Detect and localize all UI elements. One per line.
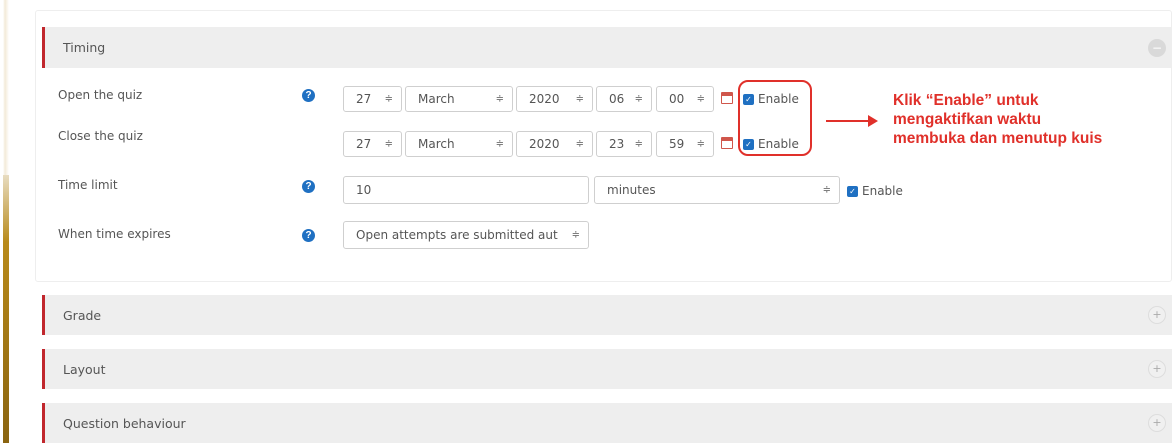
close-day-value: 27 [356,137,372,151]
select-arrow-icon: ≑ [696,138,705,150]
close-month-select[interactable]: March ≑ [405,131,513,157]
time-limit-value: 10 [356,183,372,197]
open-hour-select[interactable]: 06 ≑ [596,86,652,112]
close-minute-value: 59 [669,137,685,151]
select-arrow-icon: ≑ [571,229,580,241]
close-year-value: 2020 [529,137,560,151]
open-minute-value: 00 [669,92,685,106]
time-limit-enable-label: Enable [862,184,903,198]
annotation-arrow-head [868,115,878,127]
time-limit-unit-value: minutes [607,183,656,197]
left-edge-decoration [0,0,20,443]
select-arrow-icon: ≑ [575,138,584,150]
open-day-select[interactable]: 27 ≑ [343,86,402,112]
section-title-grade: Grade [63,307,102,323]
annotation-line-3: membuka dan menutup kuis [893,130,1103,147]
close-day-select[interactable]: 27 ≑ [343,131,402,157]
help-icon[interactable]: ? [302,89,315,102]
open-quiz-label: Open the quiz [58,88,143,102]
annotation-line-1: Klik “Enable” untuk [893,92,1039,109]
select-arrow-icon: ≑ [495,93,504,105]
select-arrow-icon: ≑ [822,184,831,196]
select-arrow-icon: ≑ [384,138,393,150]
close-hour-select[interactable]: 23 ≑ [596,131,652,157]
time-limit-label: Time limit [58,178,118,192]
open-month-select[interactable]: March ≑ [405,86,513,112]
when-expires-value: Open attempts are submitted aut [356,228,558,242]
select-arrow-icon: ≑ [696,93,705,105]
annotation-line-2: mengaktifkan waktu [893,111,1042,128]
section-header-question-behaviour[interactable]: Question behaviour + [42,403,1172,443]
checkbox-checked-icon[interactable]: ✓ [847,185,858,197]
section-title-question-behaviour: Question behaviour [63,415,186,431]
expand-icon[interactable]: + [1148,414,1166,432]
select-arrow-icon: ≑ [634,93,643,105]
time-limit-unit-select[interactable]: minutes ≑ [594,176,840,204]
collapse-icon[interactable]: − [1148,38,1166,57]
open-month-value: March [418,92,455,106]
open-year-select[interactable]: 2020 ≑ [516,86,593,112]
open-hour-value: 06 [609,92,625,106]
calendar-icon[interactable] [721,137,733,149]
select-arrow-icon: ≑ [495,138,504,150]
enable-highlight-box [738,80,812,156]
time-limit-enable-checkbox[interactable]: ✓ Enable [847,184,903,198]
time-limit-input[interactable]: 10 [343,176,589,204]
when-expires-label: When time expires [58,227,171,241]
when-expires-select[interactable]: Open attempts are submitted aut ≑ [343,221,589,249]
section-title-timing: Timing [63,40,106,55]
calendar-icon[interactable] [721,92,733,104]
section-header-layout[interactable]: Layout + [42,349,1172,389]
open-year-value: 2020 [529,92,560,106]
help-icon[interactable]: ? [302,229,315,242]
expand-icon[interactable]: + [1148,360,1166,378]
expand-icon[interactable]: + [1148,306,1166,324]
close-year-select[interactable]: 2020 ≑ [516,131,593,157]
section-header-timing[interactable]: Timing − [42,27,1172,68]
section-title-layout: Layout [63,361,106,377]
select-arrow-icon: ≑ [384,93,393,105]
close-minute-select[interactable]: 59 ≑ [656,131,714,157]
close-quiz-label: Close the quiz [58,129,143,143]
close-month-value: March [418,137,455,151]
annotation-arrow-line [826,120,870,122]
annotation-text: Klik “Enable” untuk mengaktifkan waktu m… [893,91,1163,148]
select-arrow-icon: ≑ [634,138,643,150]
left-edge-bar [3,175,9,443]
close-hour-value: 23 [609,137,625,151]
section-header-grade[interactable]: Grade + [42,295,1172,335]
help-icon[interactable]: ? [302,180,315,193]
select-arrow-icon: ≑ [575,93,584,105]
open-minute-select[interactable]: 00 ≑ [656,86,714,112]
open-day-value: 27 [356,92,372,106]
